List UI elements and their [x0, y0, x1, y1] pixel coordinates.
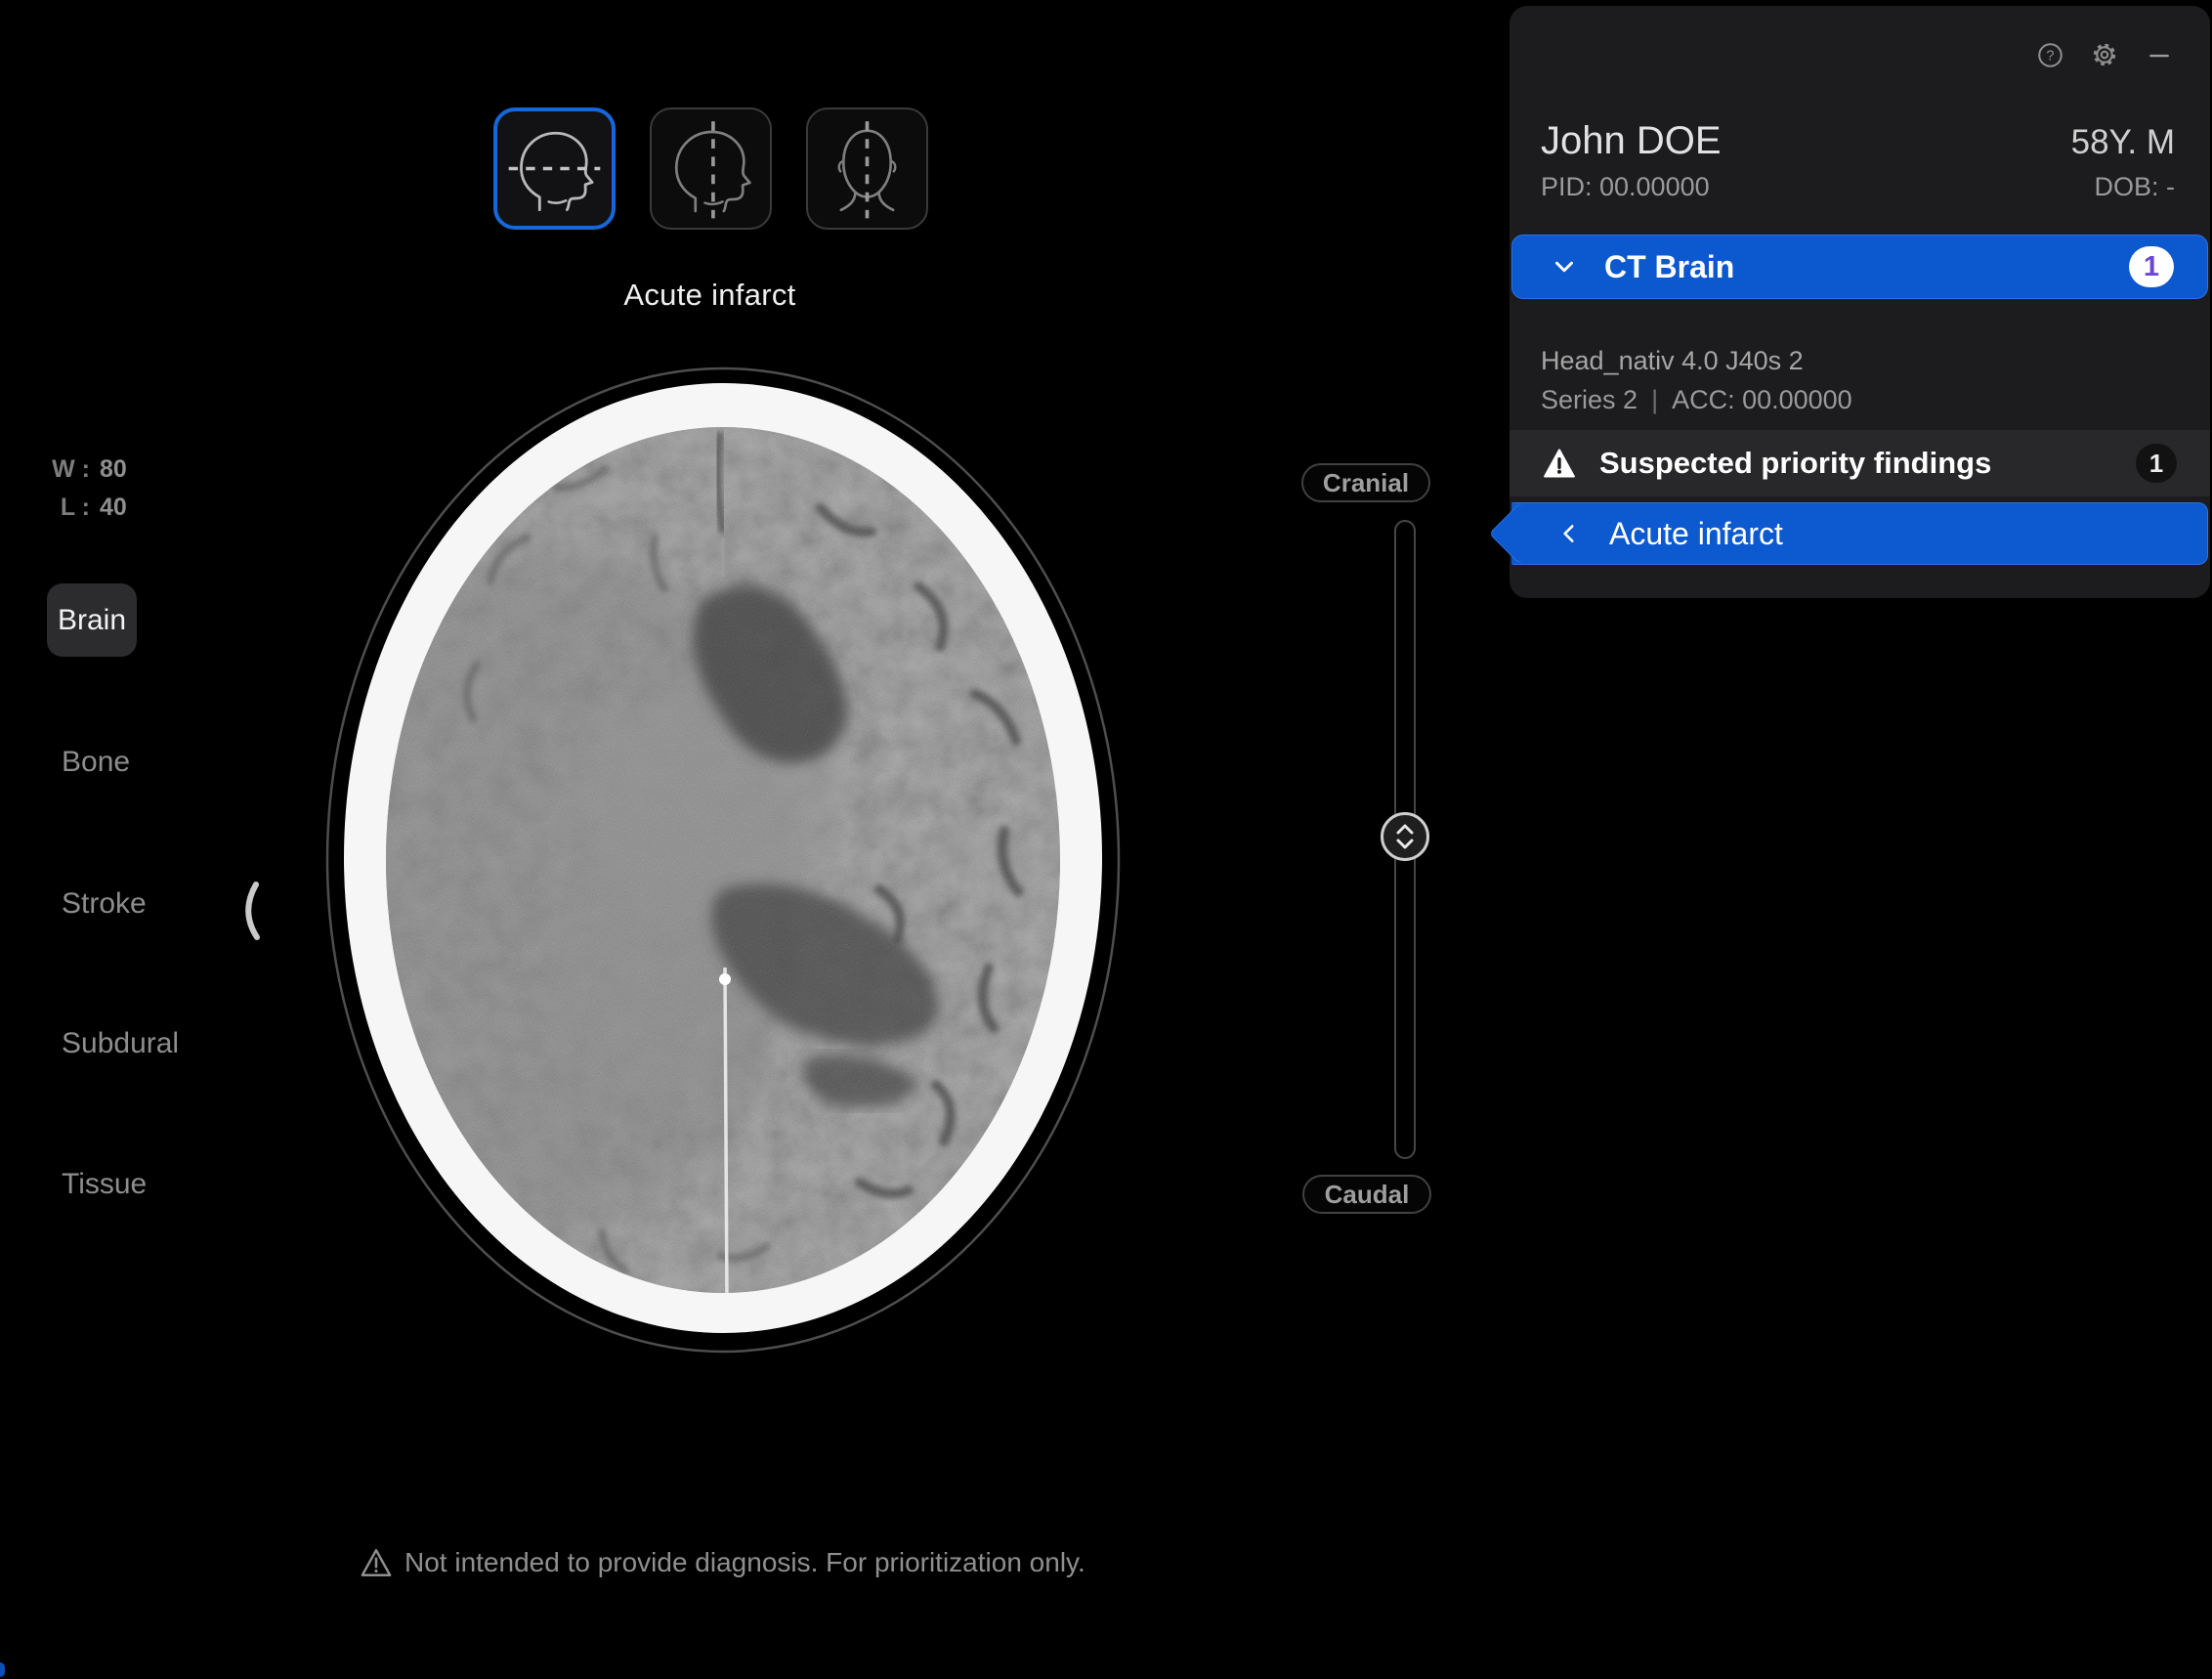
slice-scrollbar-handle[interactable]: [1381, 812, 1429, 861]
settings-button[interactable]: [2091, 41, 2118, 68]
help-icon: ?: [2037, 42, 2063, 68]
scroll-updown-icon: [1392, 821, 1418, 852]
series-separator: |: [1651, 385, 1658, 414]
disclaimer-text: Not intended to provide diagnosis. For p…: [404, 1547, 1085, 1578]
minimize-icon: [2147, 42, 2172, 67]
window-label: W :: [51, 455, 90, 484]
series-number: Series 2: [1541, 385, 1638, 414]
preset-subdural[interactable]: Subdural: [62, 1027, 179, 1060]
orientation-sagittal-button[interactable]: [650, 108, 772, 230]
study-header-ct-brain[interactable]: CT Brain 1: [1511, 235, 2208, 299]
panel-actions: ?: [2036, 41, 2173, 68]
series-info: Head_nativ 4.0 J40s 2 Series 2 | ACC: 00.0…: [1541, 346, 1852, 415]
findings-label: Suspected priority findings: [1599, 446, 1991, 481]
patient-header: John DOE 58Y. M: [1541, 119, 2175, 163]
preset-tissue[interactable]: Tissue: [62, 1168, 147, 1201]
level-value: 40: [100, 494, 127, 522]
gear-icon: [2091, 41, 2118, 68]
bottom-left-accent: [0, 1662, 5, 1677]
series-accession: ACC: 00.00000: [1672, 385, 1852, 414]
warning-outline-icon: [360, 1547, 393, 1578]
coronal-head-icon: [808, 109, 926, 228]
results-panel: ? John DOE 58Y. M PID: 00.00000 DOB: - C…: [1510, 6, 2210, 598]
preset-stroke[interactable]: Stroke: [62, 887, 147, 921]
disclaimer: Not intended to provide diagnosis. For p…: [360, 1547, 1085, 1578]
cranial-label: Cranial: [1323, 468, 1409, 498]
suspected-priority-findings-row[interactable]: Suspected priority findings 1: [1510, 430, 2210, 496]
patient-ids: PID: 00.00000 DOB: -: [1541, 172, 2175, 202]
patient-name: John DOE: [1541, 119, 1722, 163]
axial-head-icon: [497, 111, 612, 226]
finding-label: Acute infarct: [1609, 516, 1783, 552]
patient-age-sex: 58Y. M: [2071, 123, 2175, 162]
ct-axial-slice-image[interactable]: [234, 342, 1153, 1378]
orientation-axial-button[interactable]: [493, 108, 616, 230]
caudal-label: Caudal: [1325, 1180, 1410, 1210]
window-value: 80: [100, 455, 127, 484]
chevron-down-icon: [1550, 252, 1579, 281]
study-label: CT Brain: [1604, 249, 1734, 285]
preset-brain[interactable]: Brain: [47, 583, 137, 657]
level-label: L :: [51, 494, 90, 522]
findings-count-badge: 1: [2136, 444, 2177, 483]
orientation-coronal-button[interactable]: [806, 108, 928, 230]
preset-bone[interactable]: Bone: [62, 746, 130, 779]
finding-acute-infarct[interactable]: Acute infarct: [1511, 502, 2208, 565]
study-count-badge: 1: [2129, 246, 2174, 287]
help-button[interactable]: ?: [2036, 41, 2063, 68]
slice-finding-title: Acute infarct: [493, 278, 926, 313]
minimize-button[interactable]: [2146, 41, 2173, 68]
series-description: Head_nativ 4.0 J40s 2: [1541, 346, 1852, 376]
svg-text:?: ?: [2046, 48, 2054, 64]
caudal-button[interactable]: Caudal: [1302, 1175, 1431, 1214]
chevron-left-icon: [1556, 519, 1582, 548]
patient-dob: DOB: -: [2094, 172, 2175, 202]
sagittal-head-icon: [652, 109, 770, 228]
preset-brain-label: Brain: [58, 604, 126, 637]
warning-icon: [1543, 448, 1576, 479]
window-level-readout: W : 80 L : 40: [51, 455, 127, 532]
cranial-button[interactable]: Cranial: [1301, 463, 1430, 502]
patient-pid: PID: 00.00000: [1541, 172, 1710, 202]
